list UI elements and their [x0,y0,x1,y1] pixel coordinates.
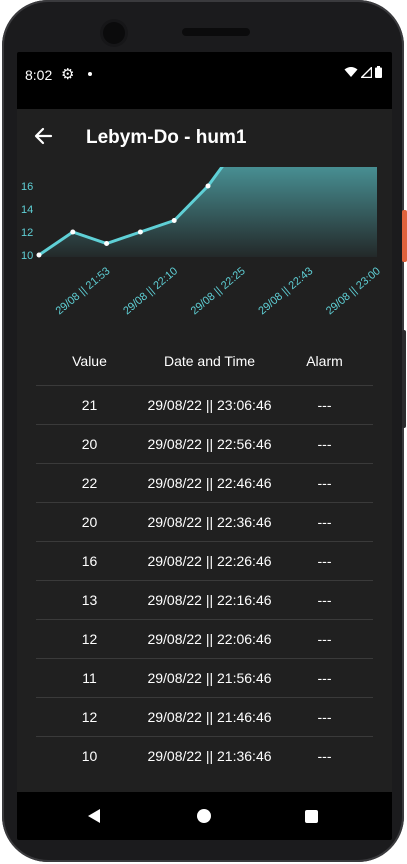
navigation-bar [17,792,392,840]
battery-icon [375,66,382,78]
x-tick-label: 29/08 || 21:53 [54,265,113,317]
header-value: Value [72,353,107,369]
cell-value: 13 [81,592,98,608]
cell-value: 20 [81,436,98,452]
cell-alarm: --- [317,553,332,569]
cell-alarm: --- [317,592,332,608]
cell-value: 10 [81,748,98,764]
dot-icon [88,72,92,76]
cell-value: 12 [81,631,98,647]
cell-alarm: --- [317,475,332,491]
y-tick-label: 16 [21,181,33,193]
cell-alarm: --- [317,631,332,647]
arrow-left-icon [34,127,53,145]
table-header: Value Date and Time Alarm [36,337,373,385]
cell-value: 21 [81,397,98,413]
status-icons [344,66,382,78]
table-row: 12 29/08/22 || 22:06:46 --- [36,619,373,658]
y-tick-label: 14 [21,204,33,216]
power-button [402,210,407,262]
table-row: 22 29/08/22 || 22:46:46 --- [36,463,373,502]
cell-datetime: 29/08/22 || 22:36:46 [147,514,272,530]
cell-datetime: 29/08/22 || 21:56:46 [147,670,272,686]
back-triangle-icon[interactable] [87,808,101,824]
back-button[interactable] [31,123,57,149]
chart-data-point [137,229,143,235]
cell-alarm: --- [317,514,332,530]
header-datetime: Date and Time [163,353,256,369]
cell-alarm: --- [317,436,332,452]
screen: 8:02 ⚙ Lebym-Do - hum1 10 12 14 16 29/08… [17,52,392,840]
cell-alarm: --- [317,670,332,686]
front-camera [103,22,125,44]
chart-data-point [104,241,110,246]
table-row: 10 29/08/22 || 21:36:46 --- [36,736,373,775]
chart-data-point [205,183,211,189]
cell-datetime: 29/08/22 || 22:26:46 [147,553,272,569]
cell-datetime: 29/08/22 || 22:56:46 [147,436,272,452]
header-alarm: Alarm [306,353,343,369]
x-tick-label: 29/08 || 22:25 [189,265,248,317]
y-tick-label: 10 [21,250,33,262]
table-row: 13 29/08/22 || 22:16:46 --- [36,580,373,619]
chart-data-point [70,229,76,235]
cell-value: 22 [81,475,98,491]
table-row: 20 29/08/22 || 22:36:46 --- [36,502,373,541]
table-row: 20 29/08/22 || 22:56:46 --- [36,424,373,463]
chart-data-point [36,252,42,258]
chart-data-point [171,218,177,223]
volume-button [402,330,406,428]
home-circle-icon[interactable] [197,809,211,823]
status-bar: 8:02 ⚙ [17,52,392,109]
phone-frame: 8:02 ⚙ Lebym-Do - hum1 10 12 14 16 29/08… [2,0,407,862]
cell-datetime: 29/08/22 || 21:36:46 [147,748,272,764]
x-tick-label: 29/08 || 22:43 [256,265,315,317]
x-tick-label: 29/08 || 22:10 [121,265,180,317]
signal-icon [361,66,372,78]
cell-datetime: 29/08/22 || 23:06:46 [147,397,272,413]
chart-area-fill [39,167,377,257]
humidity-chart: 10121416182022 29/08 || 21:5329/08 || 22… [21,167,383,317]
cell-alarm: --- [317,397,332,413]
cell-alarm: --- [317,709,332,725]
status-time: 8:02 [25,67,53,83]
cell-value: 12 [81,709,98,725]
cell-value: 16 [81,553,98,569]
table-row: 11 29/08/22 || 21:56:46 --- [36,658,373,697]
speaker-grille [182,28,250,36]
wifi-icon [344,67,358,77]
recents-square-icon[interactable] [305,810,318,823]
y-tick-label: 18 [21,167,33,170]
cell-datetime: 29/08/22 || 21:46:46 [147,709,272,725]
cell-datetime: 29/08/22 || 22:06:46 [147,631,272,647]
gear-icon: ⚙ [61,66,75,83]
app-bar: Lebym-Do - hum1 [17,109,392,167]
table-row: 12 29/08/22 || 21:46:46 --- [36,697,373,736]
cell-datetime: 29/08/22 || 22:46:46 [147,475,272,491]
x-tick-label: 29/08 || 23:00 [324,265,383,317]
table-row: 21 29/08/22 || 23:06:46 --- [36,385,373,424]
cell-datetime: 29/08/22 || 22:16:46 [147,592,272,608]
page-title: Lebym-Do - hum1 [86,127,247,148]
cell-value: 11 [82,670,97,686]
readings-table: Value Date and Time Alarm 21 29/08/22 ||… [36,337,373,775]
cell-alarm: --- [317,748,332,764]
table-row: 16 29/08/22 || 22:26:46 --- [36,541,373,580]
y-tick-label: 12 [21,227,33,239]
cell-value: 20 [81,514,98,530]
